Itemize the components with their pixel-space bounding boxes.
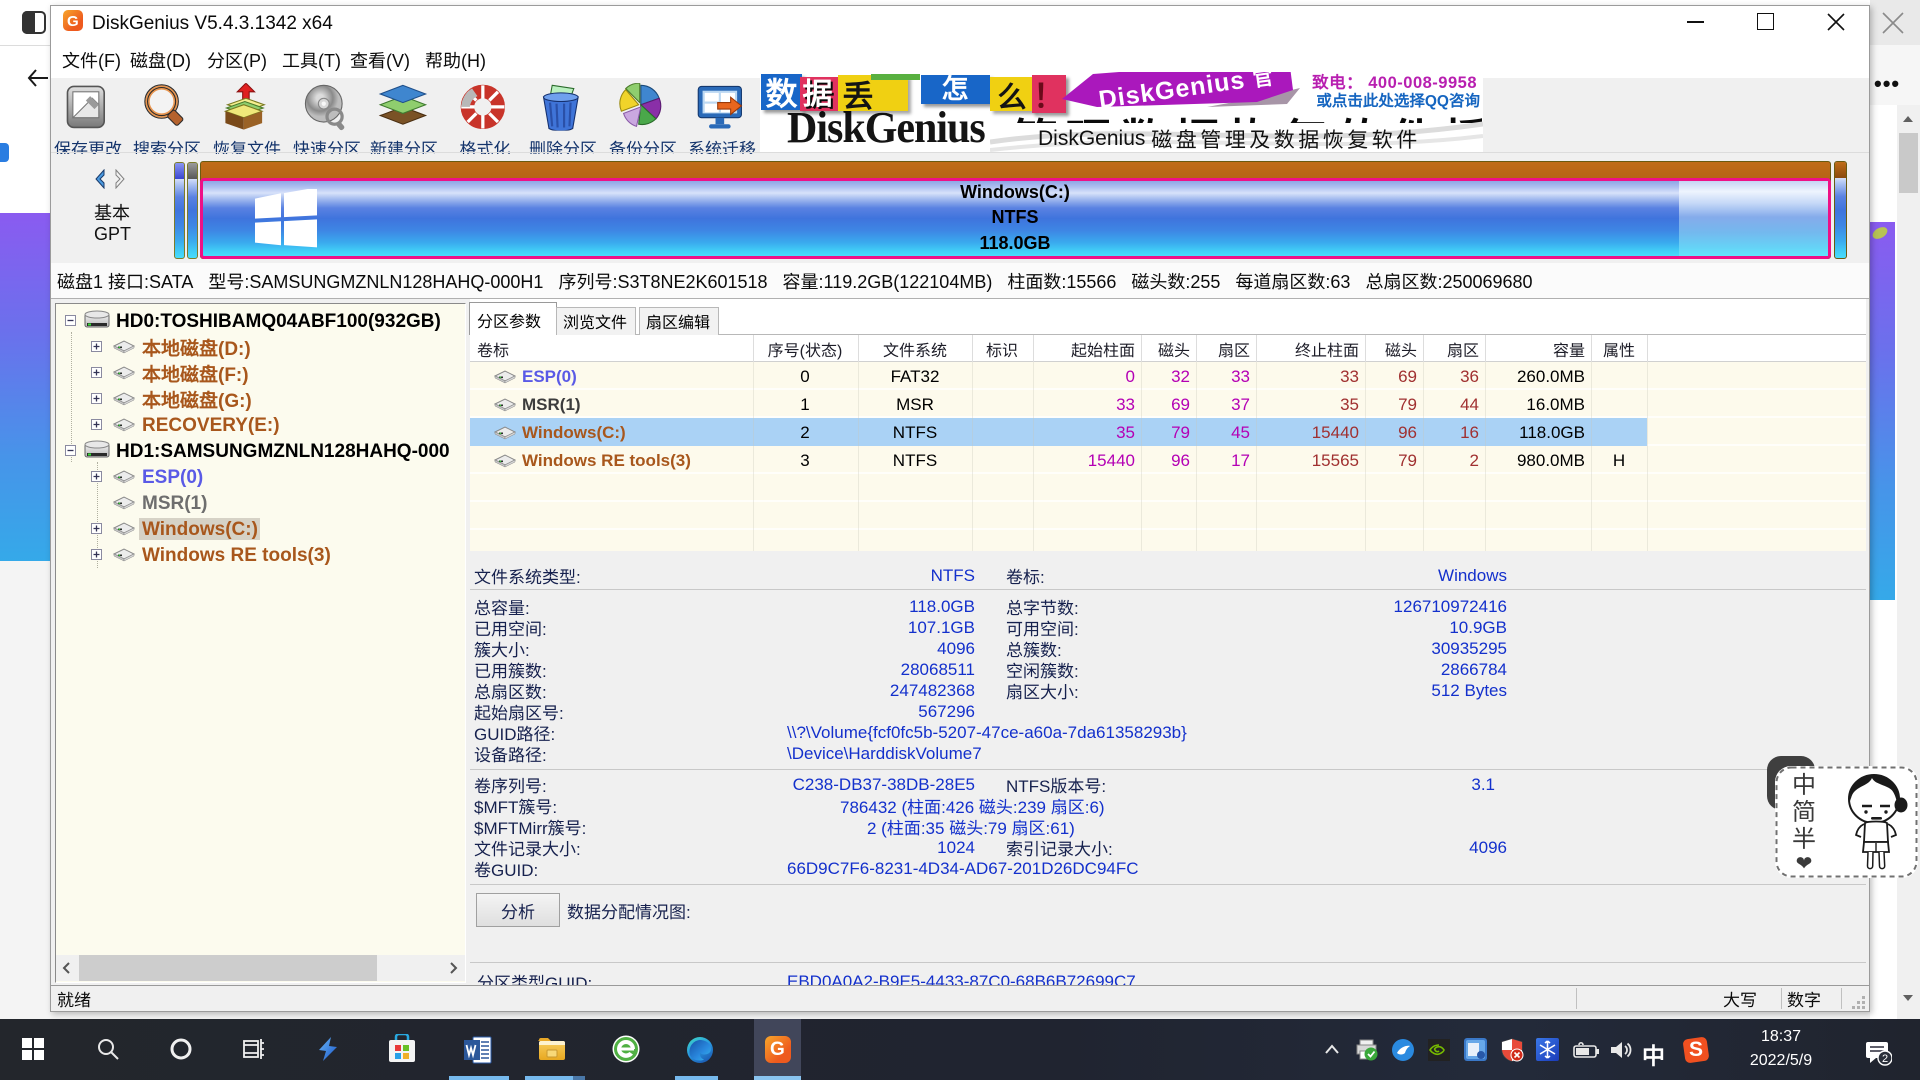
svg-text:2: 2 <box>1882 1053 1888 1065</box>
